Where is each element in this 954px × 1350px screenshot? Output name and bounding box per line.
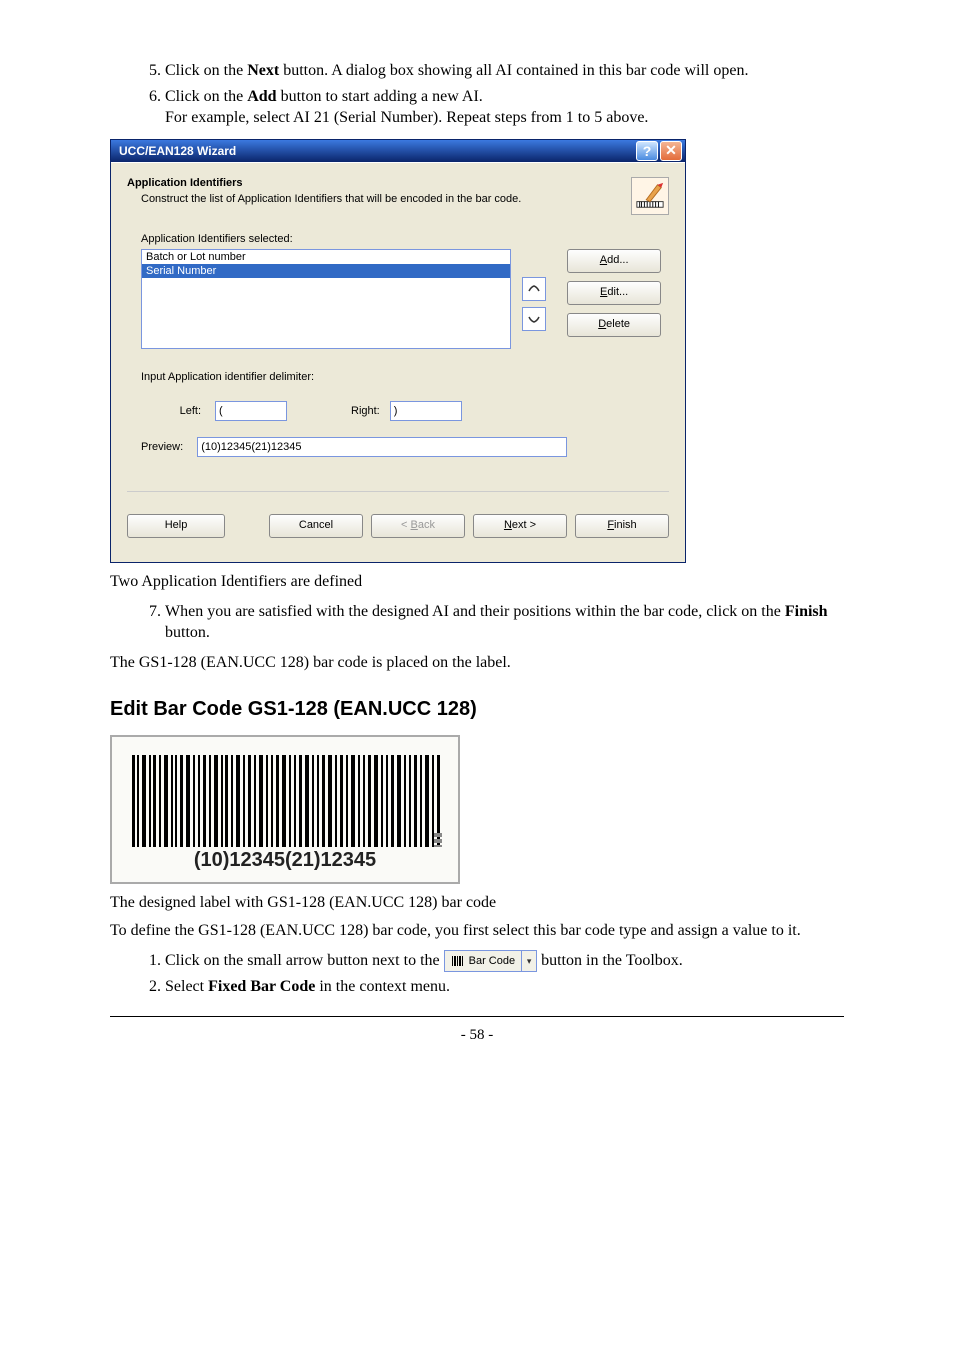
dialog-header-title: Application Identifiers: [127, 177, 623, 189]
title-bar: UCC/EAN128 Wizard ? ✕: [111, 140, 685, 162]
list-label: Application Identifiers selected:: [141, 233, 669, 245]
right-label: Right:: [351, 405, 380, 417]
add-button[interactable]: Add...: [567, 249, 661, 273]
page-number: - 58 -: [110, 1016, 844, 1044]
back-button[interactable]: < Back: [371, 514, 465, 538]
next-button[interactable]: Next >: [473, 514, 567, 538]
paragraph-3: To define the GS1-128 (EAN.UCC 128) bar …: [110, 922, 844, 940]
title-bar-controls: ? ✕: [636, 141, 682, 161]
title-bar-text: UCC/EAN128 Wizard: [119, 144, 636, 158]
wizard-icon: [631, 177, 669, 215]
help-button[interactable]: Help: [127, 514, 225, 538]
dialog-header-sub: Construct the list of Application Identi…: [141, 193, 623, 205]
label-preview: (10)12345(21)12345: [110, 735, 460, 884]
left-delimiter-input[interactable]: [215, 401, 287, 421]
instruction-list-b: When you are satisfied with the designed…: [110, 601, 844, 644]
preview-label: Preview:: [141, 441, 183, 453]
move-down-button[interactable]: [522, 307, 546, 331]
step-7: When you are satisfied with the designed…: [165, 601, 844, 644]
barcode-icon: [451, 954, 465, 968]
ai-listbox[interactable]: Batch or Lot number Serial Number: [141, 249, 511, 349]
barcode-toolbox-button[interactable]: Bar Code ▾: [444, 950, 537, 972]
help-icon[interactable]: ?: [636, 141, 658, 161]
caption-2: The designed label with GS1-128 (EAN.UCC…: [110, 894, 844, 912]
wizard-dialog: UCC/EAN128 Wizard ? ✕ Application Identi…: [110, 139, 686, 563]
list-item[interactable]: Serial Number: [142, 264, 510, 278]
list-item[interactable]: Batch or Lot number: [142, 250, 510, 264]
step-6: Click on the Add button to start adding …: [165, 86, 844, 129]
paragraph-after-7: The GS1-128 (EAN.UCC 128) bar code is pl…: [110, 654, 844, 672]
dialog-body: Application Identifiers Construct the li…: [111, 162, 685, 562]
cancel-button[interactable]: Cancel: [269, 514, 363, 538]
barcode-text: (10)12345(21)12345: [132, 849, 438, 872]
finish-button[interactable]: Finish: [575, 514, 669, 538]
delimiter-label: Input Application identifier delimiter:: [141, 371, 669, 383]
edit-button[interactable]: Edit...: [567, 281, 661, 305]
barcode-icon: [132, 755, 442, 847]
move-up-button[interactable]: [522, 277, 546, 301]
caption-1: Two Application Identifiers are defined: [110, 573, 844, 591]
delete-button[interactable]: Delete: [567, 313, 661, 337]
right-delimiter-input[interactable]: [390, 401, 462, 421]
dropdown-arrow-icon[interactable]: ▾: [521, 951, 536, 971]
step-5: Click on the Next button. A dialog box s…: [165, 60, 844, 82]
instruction-list-c: Click on the small arrow button next to …: [110, 950, 844, 998]
instruction-list-a: Click on the Next button. A dialog box s…: [110, 60, 844, 129]
left-label: Left:: [141, 405, 201, 417]
step-c1: Click on the small arrow button next to …: [165, 950, 844, 972]
section-title: Edit Bar Code GS1-128 (EAN.UCC 128): [110, 698, 844, 721]
close-icon[interactable]: ✕: [660, 141, 682, 161]
step-c2: Select Fixed Bar Code in the context men…: [165, 976, 844, 998]
preview-input[interactable]: [197, 437, 567, 457]
